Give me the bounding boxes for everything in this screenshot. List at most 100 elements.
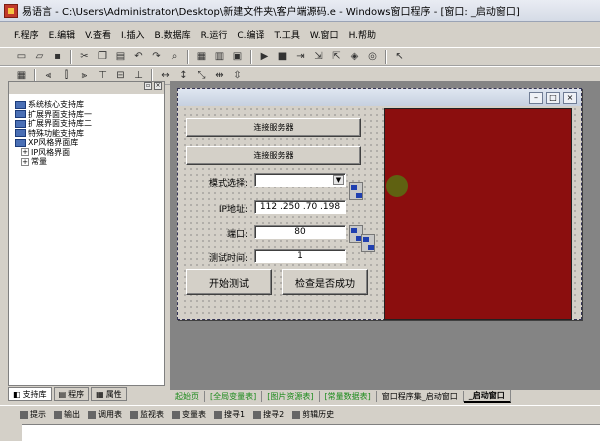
library-icon xyxy=(15,138,26,147)
tab-start-page[interactable]: 起始页 xyxy=(170,390,205,402)
close-icon[interactable]: × xyxy=(563,91,577,104)
output-toolbar: 提示 输出 调用表 监视表 变量表 搜寻1 搜寻2 剪辑历史 xyxy=(0,405,600,423)
tab-window-assembly[interactable]: 窗口程序集_启动窗口 xyxy=(377,390,464,402)
menu-window[interactable]: W.窗口 xyxy=(306,28,343,41)
support-library-panel: ▫ × 系统核心支持库 扩展界面支持库一 扩展界面支持库二 特殊功能支持库 XP… xyxy=(8,81,165,386)
layout-icon[interactable]: ▥ xyxy=(212,49,227,64)
tree-item[interactable]: + 常量 xyxy=(15,157,164,167)
library-icon xyxy=(15,100,26,109)
editor-tabs: 起始页 [全局变量表] [图片资源表] [常量数据表] 窗口程序集_启动窗口 _… xyxy=(170,389,600,403)
menu-edit[interactable]: E.编辑 xyxy=(45,28,80,41)
run-icon[interactable]: ▶ xyxy=(257,49,272,64)
expand-icon[interactable]: + xyxy=(21,148,29,157)
step-icon[interactable]: ⇥ xyxy=(293,49,308,64)
cut-icon[interactable]: ✂ xyxy=(77,49,92,64)
output-area[interactable] xyxy=(22,424,600,441)
library-tab-icon: ◧ xyxy=(13,389,21,399)
toolbar-separator xyxy=(187,49,189,64)
hint-icon xyxy=(20,410,28,419)
menu-view[interactable]: V.查看 xyxy=(81,28,115,41)
ip-address-input[interactable]: 112 .250 .70 .198 xyxy=(254,200,346,214)
tab-var-table[interactable]: 变量表 xyxy=(172,409,206,420)
tab-properties[interactable]: ▦ 属性 xyxy=(91,387,127,401)
menu-insert[interactable]: I.插入 xyxy=(117,28,149,41)
tab-image-resources[interactable]: [图片资源表] xyxy=(262,390,320,402)
find-icon[interactable]: ⌕ xyxy=(167,49,182,64)
library-icon xyxy=(15,110,26,119)
tab-program[interactable]: ▤ 程序 xyxy=(53,387,90,401)
timer-control-icon[interactable] xyxy=(361,234,375,252)
watch-icon[interactable]: ◎ xyxy=(365,49,380,64)
expand-icon[interactable]: + xyxy=(21,157,29,166)
properties-tab-icon: ▦ xyxy=(96,389,104,399)
view-icon[interactable]: ▦ xyxy=(194,49,209,64)
port-label: 端口: xyxy=(226,230,248,240)
search-icon xyxy=(214,410,222,419)
main-toolbar: ▭ ▱ ▪ ✂ ❐ ▤ ↶ ↷ ⌕ ▦ ▥ ▣ ▶ ■ ⇥ ⇲ ⇱ ◈ ◎ ↖ xyxy=(0,47,600,66)
pointer-help-icon[interactable]: ↖ xyxy=(392,49,407,64)
toolbar-separator xyxy=(250,49,252,64)
check-success-button[interactable]: 检查是否成功 xyxy=(282,269,368,295)
save-icon[interactable]: ▪ xyxy=(50,49,65,64)
paste-icon[interactable]: ▤ xyxy=(113,49,128,64)
tab-startup-window[interactable]: _启动窗口 xyxy=(463,389,511,403)
output-icon xyxy=(54,410,62,419)
watch-icon xyxy=(130,410,138,419)
maximize-icon[interactable]: □ xyxy=(546,91,560,104)
undo-icon[interactable]: ↶ xyxy=(131,49,146,64)
mode-select[interactable]: ▼ xyxy=(254,173,346,187)
window-title: 易语言 - C:\Users\Administrator\Desktop\新建文… xyxy=(22,7,520,18)
ip-control-icon[interactable] xyxy=(349,182,363,200)
library-tree: 系统核心支持库 扩展界面支持库一 扩展界面支持库二 特殊功能支持库 XP风格界面… xyxy=(9,94,164,167)
menu-compile[interactable]: C.编译 xyxy=(233,28,268,41)
menu-bar: F.程序 E.编辑 V.查看 I.插入 B.数据库 R.运行 C.编译 T.工具… xyxy=(0,22,600,47)
call-table-icon xyxy=(88,410,96,419)
left-dock-strip xyxy=(0,81,8,441)
copy-icon[interactable]: ❐ xyxy=(95,49,110,64)
app-icon xyxy=(4,3,18,18)
program-tab-icon: ▤ xyxy=(58,389,67,399)
grid-icon[interactable]: ▣ xyxy=(230,49,245,64)
debug-icon[interactable]: ◈ xyxy=(347,49,362,64)
close-icon[interactable]: × xyxy=(154,82,162,90)
tab-clip-history[interactable]: 剪辑历史 xyxy=(292,409,334,420)
tab-watch-table[interactable]: 监视表 xyxy=(130,409,164,420)
menu-run[interactable]: R.运行 xyxy=(197,28,232,41)
tab-output[interactable]: 输出 xyxy=(54,409,80,420)
test-time-input[interactable]: 1 xyxy=(254,249,346,263)
tab-constants[interactable]: [常量数据表] xyxy=(320,390,377,402)
clipboard-icon xyxy=(292,410,301,419)
new-icon[interactable]: ▭ xyxy=(14,49,29,64)
stop-icon[interactable]: ■ xyxy=(275,49,290,64)
start-test-button[interactable]: 开始测试 xyxy=(186,269,272,295)
search-icon xyxy=(253,410,262,419)
library-icon xyxy=(15,129,26,138)
tab-global-vars[interactable]: [全局变量表] xyxy=(205,390,263,402)
tab-search2[interactable]: 搜寻2 xyxy=(253,409,284,420)
chevron-down-icon[interactable]: ▼ xyxy=(333,175,344,185)
menu-help[interactable]: H.帮助 xyxy=(345,28,380,41)
library-icon xyxy=(15,119,26,128)
menu-database[interactable]: B.数据库 xyxy=(151,28,195,41)
red-panel[interactable] xyxy=(384,108,572,320)
connect-server-button-1[interactable]: 连接服务器 xyxy=(186,118,361,137)
ip-label: IP地址: xyxy=(218,205,248,215)
minimize-icon[interactable]: – xyxy=(529,91,543,104)
menu-tools[interactable]: T.工具 xyxy=(271,28,304,41)
tab-search1[interactable]: 搜寻1 xyxy=(214,409,245,420)
connect-server-button-2[interactable]: 连接服务器 xyxy=(186,146,361,165)
form-title-bar: – □ × xyxy=(178,89,581,106)
pin-icon[interactable]: ▫ xyxy=(144,82,152,90)
step-out-icon[interactable]: ⇱ xyxy=(329,49,344,64)
toolbar-separator xyxy=(385,49,387,64)
tab-hint[interactable]: 提示 xyxy=(20,409,46,420)
port-input[interactable]: 80 xyxy=(254,225,346,239)
open-icon[interactable]: ▱ xyxy=(32,49,47,64)
tab-support-library[interactable]: ◧ 支持库 xyxy=(8,387,52,401)
redo-icon[interactable]: ↷ xyxy=(149,49,164,64)
cursor-highlight xyxy=(386,175,408,197)
mode-label: 模式选择: xyxy=(208,179,248,189)
menu-program[interactable]: F.程序 xyxy=(10,28,43,41)
tab-call-table[interactable]: 调用表 xyxy=(88,409,122,420)
step-into-icon[interactable]: ⇲ xyxy=(311,49,326,64)
